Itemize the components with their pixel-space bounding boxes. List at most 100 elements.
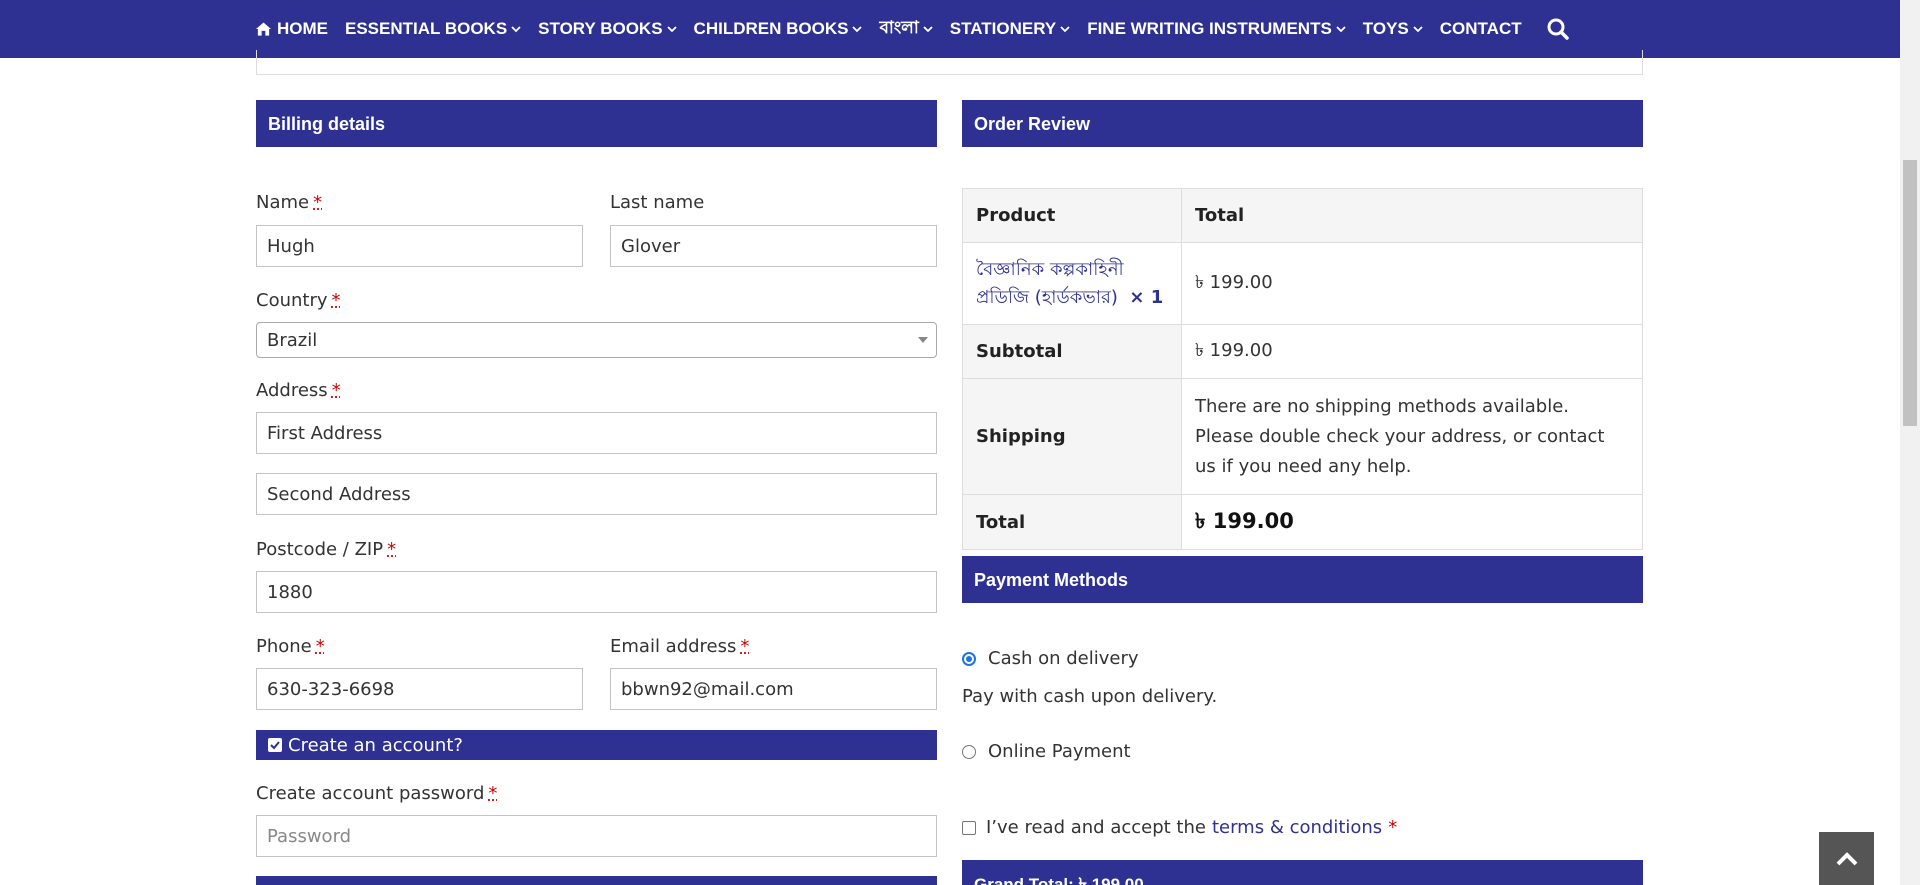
password-field[interactable]: Password [256,815,937,857]
address-label-text: Address [256,380,328,401]
nav-item-label: CONTACT [1439,19,1522,38]
cod-label: Cash on delivery [988,648,1139,669]
required-mark: * [331,380,341,401]
address-line1-field[interactable]: First Address [256,412,937,454]
grand-total-bar: Grand Total: ৳ 199.00 [962,860,1643,885]
chevron-down-icon [1060,26,1070,33]
chevron-up-icon [1836,851,1857,865]
required-mark: * [740,636,750,657]
table-header-row: Product Total [962,188,1643,243]
nav-item-label: CHILDREN BOOKS [693,19,849,38]
product-cell: বৈজ্ঞানিক কল্পকাহিনী প্রডিজি (হার্ডকভার)… [962,242,1182,325]
required-mark: * [488,783,498,804]
subtotal-row: Subtotal ৳ 199.00 [962,324,1643,379]
nav-item-fine-writing-instruments[interactable]: FINE WRITING INSTRUMENTS [1087,19,1346,39]
cod-radio[interactable] [962,651,976,666]
last-name-label: Last name [610,192,705,213]
scroll-to-top-button[interactable] [1819,832,1874,885]
chevron-down-icon [1336,26,1346,33]
chevron-down-icon [511,26,521,33]
nav-item-essential-books[interactable]: ESSENTIAL BOOKS [345,19,521,39]
coupon-box-edge [256,50,1643,75]
cod-description: Pay with cash upon delivery. [962,686,1218,707]
country-label: Country * [256,290,341,311]
postcode-field[interactable]: 1880 [256,571,937,613]
total-value: ৳ 199.00 [1181,494,1643,550]
product-quantity: × 1 [1129,286,1164,308]
phone-label-text: Phone [256,636,312,657]
shipping-label: Shipping [962,378,1182,495]
name-label: Name * [256,192,322,213]
checkmark-icon [270,741,280,750]
phone-label: Phone * [256,636,325,657]
total-label: Total [962,494,1182,550]
terms-acceptance: I’ve read and accept the terms & conditi… [962,817,1397,838]
create-account-checkbox[interactable] [268,738,282,752]
terms-text: I’ve read and accept the [986,817,1206,838]
nav-item-story-books[interactable]: STORY BOOKS [538,19,677,39]
nav-item-label: ESSENTIAL BOOKS [345,19,508,38]
required-mark: * [313,192,323,213]
nav-item-contact[interactable]: CONTACT [1440,19,1522,39]
nav-item-label: STATIONERY [949,19,1057,38]
search-icon[interactable] [1547,18,1569,40]
required-mark: * [315,636,325,657]
payment-option-cod[interactable]: Cash on delivery [962,648,1139,669]
terms-checkbox[interactable] [962,820,976,835]
subtotal-label: Subtotal [962,324,1182,379]
online-payment-radio[interactable] [962,744,976,759]
subtotal-value: ৳ 199.00 [1181,324,1643,379]
online-payment-label: Online Payment [988,741,1131,762]
postcode-label-text: Postcode / ZIP [256,539,384,560]
create-account-toggle[interactable]: Create an account? [256,730,937,760]
chevron-down-icon [666,26,677,33]
chevron-down-icon [923,26,933,33]
shipping-message: There are no shipping methods available.… [1181,378,1643,495]
shipping-row: Shipping There are no shipping methods a… [962,378,1643,495]
scrollbar-thumb[interactable] [1903,160,1917,426]
nav-item-label: বাংলা [879,18,919,37]
name-label-text: Name [256,192,310,213]
postcode-label: Postcode / ZIP * [256,539,396,560]
nav-item-bangla[interactable]: বাংলা [879,15,933,43]
nav-item-label: TOYS [1362,19,1409,38]
address-label: Address * [256,380,341,401]
chevron-down-icon [1413,26,1423,33]
terms-link[interactable]: terms & conditions [1212,817,1382,838]
nav-item-children-books[interactable]: CHILDREN BOOKS [694,19,863,39]
nav-item-stationery[interactable]: STATIONERY [950,19,1070,39]
product-column-header: Product [962,188,1182,243]
order-review-table: Product Total বৈজ্ঞানিক কল্পকাহিনী প্রডি… [962,188,1643,550]
home-icon [256,22,271,36]
product-total-cell: ৳ 199.00 [1181,242,1643,325]
payment-methods-header: Payment Methods [962,556,1643,603]
address-line2-field[interactable]: Second Address [256,473,937,515]
table-row: বৈজ্ঞানিক কল্পকাহিনী প্রডিজি (হার্ডকভার)… [962,242,1643,325]
country-selected-value: Brazil [267,329,318,351]
password-label: Create account password * [256,783,497,804]
country-select[interactable]: Brazil [256,322,937,358]
country-label-text: Country [256,290,328,311]
last-name-field[interactable]: Glover [610,225,937,267]
chevron-down-icon [852,26,863,33]
payment-option-online[interactable]: Online Payment [962,741,1131,762]
password-label-text: Create account password [256,783,485,804]
email-label: Email address * [610,636,749,657]
phone-field[interactable]: 630-323-6698 [256,668,583,710]
dropdown-arrow-icon [918,337,928,343]
nav-item-toys[interactable]: TOYS [1363,19,1423,39]
email-label-text: Email address [610,636,737,657]
email-field[interactable]: bbwn92@mail.com [610,668,937,710]
total-row: Total ৳ 199.00 [962,494,1643,550]
required-mark: * [331,290,341,311]
required-mark: * [387,539,397,560]
billing-details-header: Billing details [256,100,937,147]
create-account-label: Create an account? [288,734,463,756]
product-link[interactable]: বৈজ্ঞানিক কল্পকাহিনী প্রডিজি (হার্ডকভার) [976,259,1124,308]
nav-item-home[interactable]: HOME [256,19,328,39]
name-field[interactable]: Hugh [256,225,583,267]
required-mark: * [1388,817,1398,838]
nav-item-label: STORY BOOKS [538,19,663,38]
scrollbar-track[interactable] [1900,0,1920,885]
order-review-header: Order Review [962,100,1643,147]
